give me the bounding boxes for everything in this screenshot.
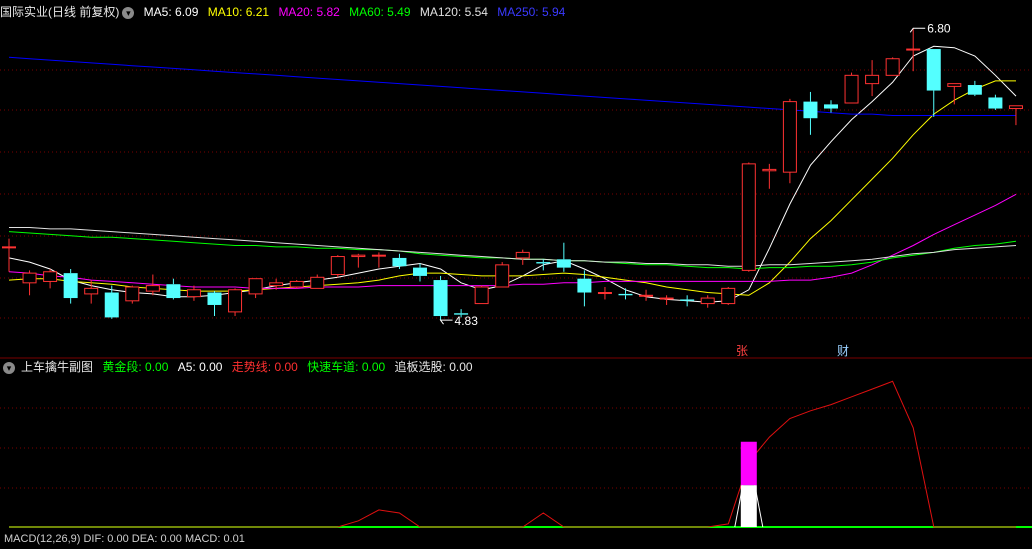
ma60-value: MA60: 5.49 <box>349 5 411 19</box>
low-price-label: 4.83 <box>455 314 479 328</box>
candle-body <box>762 168 777 172</box>
candle-body <box>865 74 880 85</box>
ma250-value: MA250: 5.94 <box>497 5 566 19</box>
candle-body <box>228 289 243 313</box>
candle-body <box>84 287 99 295</box>
sub-chart-indicator <box>9 380 1032 528</box>
candle-body <box>351 254 366 258</box>
candle-body <box>474 286 489 305</box>
candle-body <box>1008 105 1023 110</box>
candle-body <box>330 256 345 276</box>
chevron-down-icon[interactable]: ▾ <box>122 6 135 19</box>
candle-body <box>413 267 427 276</box>
mark-cai[interactable]: 财 <box>837 344 849 358</box>
candle-body <box>371 254 386 257</box>
ma10-value: MA10: 6.21 <box>207 5 270 19</box>
sub-chart-title: 上车擒牛副图 <box>21 360 94 374</box>
a5-value: A5: 0.00 <box>177 360 223 374</box>
candle-body <box>2 246 16 249</box>
candlesticks[interactable] <box>2 28 1023 321</box>
candle-body <box>597 292 612 295</box>
candle-body <box>125 286 140 302</box>
candle-body <box>207 292 222 305</box>
candle-body <box>906 48 921 51</box>
macd-header: MACD(12,26,9) DIF: 0.00 DEA: 0.00 MACD: … <box>0 529 251 549</box>
candle-body <box>803 101 818 119</box>
candle-body <box>700 297 715 305</box>
macd-values: MACD(12,26,9) DIF: 0.00 DEA: 0.00 MACD: … <box>4 533 245 545</box>
candle-body <box>63 273 78 299</box>
ma-line-ma60 <box>8 231 1017 270</box>
candle-body <box>680 299 695 301</box>
ma20-value: MA20: 5.82 <box>278 5 340 19</box>
limit-up-pick-value: 追板选股: 0.00 <box>394 360 473 374</box>
candle-body <box>741 163 756 271</box>
candle-body <box>145 285 160 292</box>
candle-body <box>947 83 962 87</box>
high-annotation: 6.80 <box>909 21 951 35</box>
main-chart-title: 国际实业(日线 前复权) <box>0 5 120 19</box>
candle-body <box>289 280 304 288</box>
candle-body <box>721 287 736 305</box>
candle-body <box>659 297 674 300</box>
signal-bar-magenta <box>740 441 757 486</box>
chevron-down-icon[interactable]: ▾ <box>3 361 15 374</box>
candle-body <box>988 97 1003 109</box>
ma-line-ma5 <box>8 45 1017 303</box>
candle-body <box>577 278 592 293</box>
moving-average-lines <box>8 45 1017 303</box>
ma5-value: MA5: 6.09 <box>143 5 199 19</box>
candle-body <box>782 101 797 173</box>
main-chart-header: 国际实业(日线 前复权) ▾ MA5: 6.09 MA10: 6.21 MA20:… <box>0 2 571 22</box>
candle-body <box>22 272 37 284</box>
ma-line-ma120 <box>9 227 1017 267</box>
candle-body <box>43 271 58 282</box>
candle-body <box>885 58 900 76</box>
candle-body <box>310 276 325 289</box>
candle-body <box>926 49 941 91</box>
candle-body <box>515 251 530 259</box>
candle-body <box>186 289 201 298</box>
candle-body <box>639 294 654 297</box>
candle-body <box>248 278 263 295</box>
sub-chart-header: ▾ 上车擒牛副图 黄金段: 0.00 A5: 0.00 走势线: 0.00 快速车… <box>0 357 479 377</box>
low-annotation: 4.83 <box>439 314 479 328</box>
candle-body <box>433 280 448 317</box>
candle-body <box>556 259 571 268</box>
trend-line <box>9 380 1016 528</box>
candle-body <box>967 85 982 95</box>
ma120-value: MA120: 5.54 <box>419 5 488 19</box>
ma-line-ma20 <box>8 193 1017 289</box>
candle-body <box>104 292 119 318</box>
ma-line-ma250 <box>8 56 1016 116</box>
signal-bar-white <box>740 485 757 527</box>
mark-zhang[interactable]: 张 <box>736 344 748 358</box>
candle-body <box>536 262 551 264</box>
candle-body <box>495 264 510 288</box>
candle-body <box>844 74 859 104</box>
candle-body <box>618 293 633 296</box>
candle-body <box>824 104 838 109</box>
fast-lane-value: 快速车道: 0.00 <box>307 360 386 374</box>
trend-line-value: 走势线: 0.00 <box>231 360 298 374</box>
high-price-label: 6.80 <box>927 21 951 35</box>
gold-segment-value: 黄金段: 0.00 <box>102 360 169 374</box>
stock-chart[interactable]: 6.80 4.83 张 财 <box>0 0 1032 538</box>
candle-body <box>166 284 181 299</box>
candle-body <box>269 282 284 287</box>
candle-body <box>392 257 407 267</box>
